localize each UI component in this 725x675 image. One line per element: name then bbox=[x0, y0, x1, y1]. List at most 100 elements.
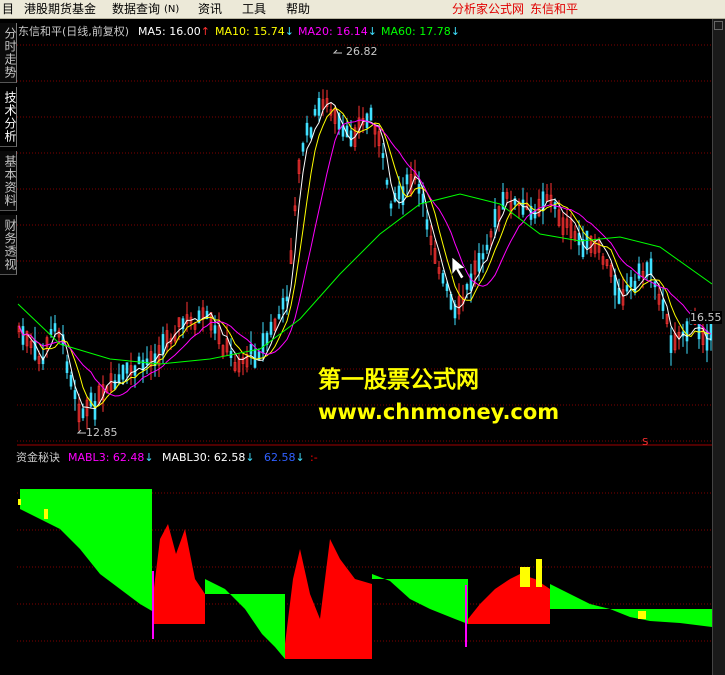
indicator-series bbox=[18, 489, 712, 659]
indicator-fill bbox=[205, 579, 285, 659]
candle-body bbox=[709, 320, 712, 341]
candle-body bbox=[317, 98, 321, 116]
low-price-label: 12.85 bbox=[86, 426, 118, 439]
ma10-arrow-icon: ↓ bbox=[284, 25, 294, 38]
ma20-legend: MA20: 16.14↓ bbox=[298, 25, 377, 38]
indicator-yellow-bar bbox=[638, 611, 646, 619]
candle-body bbox=[637, 263, 641, 279]
candle-body bbox=[65, 361, 69, 373]
ma10-value: MA10: 15.74 bbox=[215, 25, 285, 38]
mabl3-arrow-icon: ↓ bbox=[144, 451, 154, 464]
candle-body bbox=[385, 179, 389, 185]
line3-arrow-icon: ↓ bbox=[295, 451, 305, 464]
candle-body bbox=[381, 153, 385, 158]
candle-body bbox=[213, 325, 217, 334]
candle-body bbox=[493, 209, 497, 228]
candle-body bbox=[465, 284, 469, 290]
candle-body bbox=[89, 392, 93, 407]
ma60-legend: MA60: 17.78↓ bbox=[381, 25, 460, 38]
candle-body bbox=[421, 193, 425, 204]
sell-signal-marker: S bbox=[642, 437, 649, 448]
stock-title: 东信和平(日线,前复权) bbox=[18, 25, 130, 38]
candle-body bbox=[81, 408, 85, 419]
ma20-arrow-icon: ↓ bbox=[367, 25, 377, 38]
indicator-fill bbox=[152, 524, 205, 624]
candle-body bbox=[477, 252, 481, 272]
mabl30-legend: MABL30: 62.58↓ bbox=[162, 451, 255, 464]
candle-body bbox=[649, 258, 653, 275]
candle-body bbox=[305, 122, 309, 136]
line3-value: 62.58 bbox=[264, 451, 296, 464]
line4-legend: :- bbox=[310, 451, 318, 464]
candle-body bbox=[269, 321, 273, 335]
candle-body bbox=[73, 390, 77, 400]
candle-body bbox=[277, 314, 281, 319]
line3-legend: 62.58↓ bbox=[264, 451, 305, 464]
watermark-url: www.chnmoney.com bbox=[318, 400, 560, 424]
menu-bar: 目 港股期货基金 数据查询 (N) 资讯 工具 帮助 分析家公式网 东信和平 bbox=[0, 0, 725, 19]
candle-body bbox=[301, 143, 305, 152]
candle-body bbox=[261, 333, 265, 354]
candle-body bbox=[533, 210, 537, 219]
mabl3-value: MABL3: 62.48 bbox=[68, 451, 145, 464]
high-pointer-icon bbox=[332, 49, 342, 54]
candle-body bbox=[121, 365, 125, 380]
watermark-title: 第一股票公式网 bbox=[318, 367, 479, 393]
indicator-yellow-bar bbox=[18, 499, 21, 505]
indicator-fill bbox=[372, 574, 468, 624]
menu-item-help[interactable]: 帮助 bbox=[286, 2, 310, 16]
chart-canvas[interactable] bbox=[0, 19, 712, 675]
candle-body bbox=[313, 109, 317, 116]
candle-body bbox=[125, 362, 129, 374]
candle-body bbox=[93, 401, 97, 420]
ma60-value: MA60: 17.78 bbox=[381, 25, 451, 38]
scroll-up-arrow-icon[interactable] bbox=[714, 21, 723, 30]
candle-body bbox=[441, 273, 445, 284]
candle-body bbox=[445, 283, 449, 291]
mabl3-legend: MABL3: 62.48↓ bbox=[68, 451, 154, 464]
candle-body bbox=[645, 262, 649, 277]
candle-body bbox=[249, 343, 253, 355]
candle-body bbox=[161, 334, 165, 355]
ma60-arrow-icon: ↓ bbox=[450, 25, 460, 38]
candle-body bbox=[397, 185, 401, 200]
candle-body bbox=[685, 321, 689, 342]
last-price-label: 16.55 bbox=[690, 311, 722, 324]
mabl30-value: MABL30: 62.58 bbox=[162, 451, 246, 464]
indicator-yellow-bar bbox=[536, 559, 542, 587]
ma5-value: MA5: 16.00 bbox=[138, 25, 201, 38]
vertical-scrollbar[interactable] bbox=[712, 19, 725, 675]
menu-item-data-query[interactable]: 数据查询 bbox=[112, 2, 160, 16]
link-formula-site[interactable]: 分析家公式网 bbox=[452, 2, 524, 16]
candle-body bbox=[625, 285, 629, 292]
menu-shortcut: (N) bbox=[164, 4, 180, 15]
candle-body bbox=[469, 273, 473, 291]
indicator-fill bbox=[550, 584, 712, 627]
candle-body bbox=[405, 174, 409, 185]
candle-body bbox=[585, 230, 589, 249]
high-price-label: 26.82 bbox=[346, 45, 378, 58]
candle-body bbox=[481, 253, 485, 260]
candle-body bbox=[389, 203, 393, 209]
indicator-fill bbox=[285, 539, 372, 659]
candle-body bbox=[49, 328, 53, 335]
candle-body bbox=[485, 244, 489, 251]
link-stock-name[interactable]: 东信和平 bbox=[530, 2, 578, 16]
chart-annotations bbox=[76, 49, 342, 434]
candle-body bbox=[669, 335, 673, 353]
menu-icon-partial[interactable]: 目 bbox=[2, 2, 14, 16]
candle-body bbox=[661, 299, 665, 311]
menu-item-hk-futures-funds[interactable]: 港股期货基金 bbox=[24, 2, 96, 16]
candle-body bbox=[145, 358, 149, 366]
candle-body bbox=[309, 127, 313, 138]
ma10-legend: MA10: 15.74↓ bbox=[215, 25, 294, 38]
candle-body bbox=[53, 323, 57, 332]
menu-item-tools[interactable]: 工具 bbox=[242, 2, 266, 16]
ma5-legend: MA5: 16.00↑ bbox=[138, 25, 210, 38]
mabl30-arrow-icon: ↓ bbox=[245, 451, 255, 464]
candle-body bbox=[285, 296, 289, 302]
ma20-line bbox=[18, 119, 712, 397]
menu-item-news[interactable]: 资讯 bbox=[198, 2, 222, 16]
candle-body bbox=[417, 184, 421, 194]
candle-body bbox=[69, 374, 73, 387]
